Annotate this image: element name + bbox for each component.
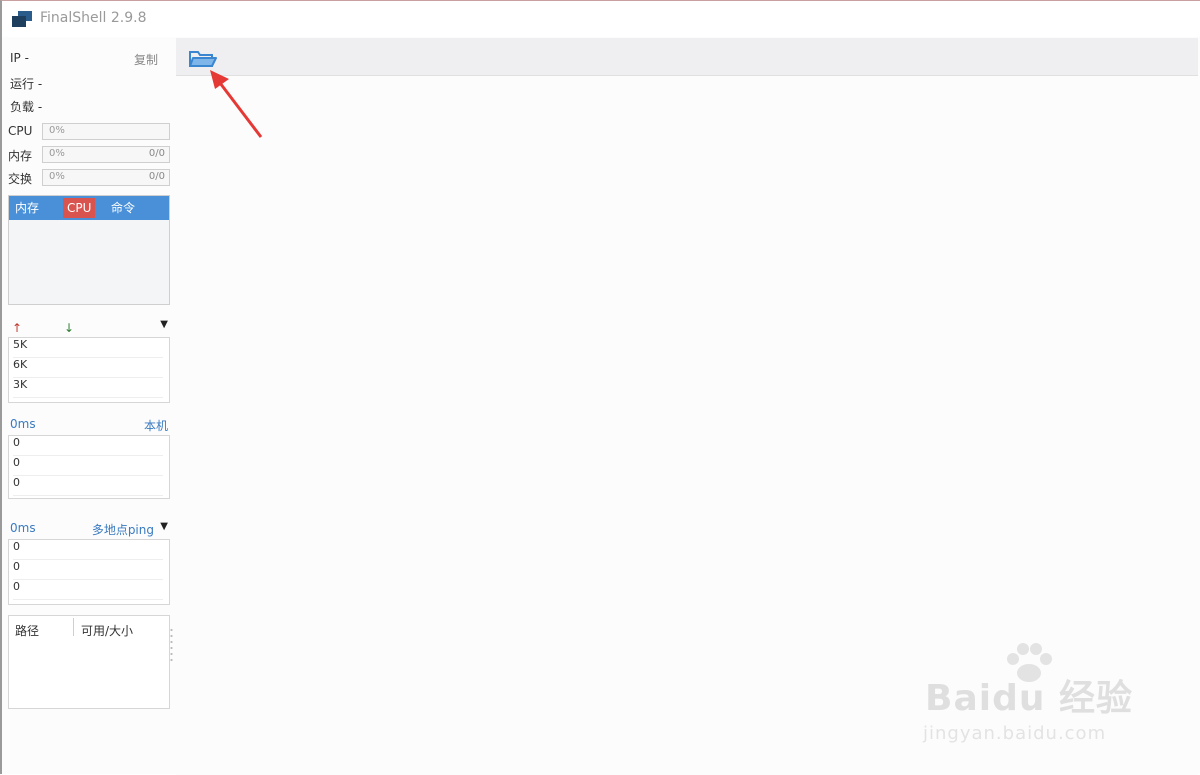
ping-multi-graph: 0 0 0 bbox=[8, 539, 170, 605]
ping-scale-row: 0 bbox=[13, 456, 163, 476]
ping-scale-row: 0 bbox=[13, 560, 163, 580]
app-window: FinalShell 2.9.8 IP - 复制 运行 - 负载 - CPU 0… bbox=[0, 0, 1200, 775]
ping-multi-dropdown[interactable]: ▼ bbox=[160, 521, 168, 532]
swap-meter-usage: 0/0 bbox=[148, 171, 165, 182]
disk-col-divider bbox=[73, 618, 74, 636]
info-ip: IP - bbox=[10, 51, 29, 65]
cpu-meter-bar: 0% bbox=[42, 123, 170, 140]
ping-scale-row: 0 bbox=[13, 436, 163, 456]
info-uptime: 运行 - bbox=[10, 77, 43, 91]
status-sidebar: IP - 复制 运行 - 负载 - CPU 0% 内存 0% 0/0 交换 0%… bbox=[6, 41, 172, 775]
ping-local-graph: 0 0 0 bbox=[8, 435, 170, 499]
process-panel: 内存 CPU 命令 bbox=[8, 195, 170, 305]
ping-local-latency: 0ms bbox=[10, 417, 36, 431]
memory-meter: 内存 0% 0/0 bbox=[8, 146, 172, 164]
disk-col-path[interactable]: 路径 bbox=[15, 622, 39, 639]
cpu-meter: CPU 0% bbox=[8, 123, 172, 141]
ping-multi-header: 0ms 多地点ping ▼ bbox=[8, 521, 170, 537]
session-toolbar bbox=[176, 38, 1198, 76]
tab-cpu[interactable]: CPU bbox=[63, 198, 96, 218]
swap-meter-bar: 0% 0/0 bbox=[42, 169, 170, 186]
swap-meter-label: 交换 bbox=[8, 172, 33, 186]
network-header: ↑ ↓ ▼ bbox=[8, 319, 170, 335]
baidu-watermark: Baidu 经验 jingyan.baidu.com bbox=[917, 643, 1142, 753]
window-title: FinalShell 2.9.8 bbox=[40, 10, 147, 26]
memory-meter-value: 0% bbox=[49, 148, 65, 159]
ping-scale-row: 0 bbox=[13, 476, 163, 496]
memory-meter-label: 内存 bbox=[8, 149, 33, 163]
title-bar: FinalShell 2.9.8 bbox=[2, 1, 1200, 37]
ping-local-target[interactable]: 本机 bbox=[144, 417, 168, 434]
network-graph: 5K 6K 3K bbox=[8, 337, 170, 403]
network-scale-row: 3K bbox=[13, 378, 163, 398]
memory-meter-bar: 0% 0/0 bbox=[42, 146, 170, 163]
ping-multi-target[interactable]: 多地点ping bbox=[92, 521, 154, 538]
swap-meter-value: 0% bbox=[49, 171, 65, 182]
ping-local-header: 0ms 本机 bbox=[8, 417, 170, 433]
disk-col-size[interactable]: 可用/大小 bbox=[81, 622, 133, 639]
memory-meter-usage: 0/0 bbox=[148, 148, 165, 159]
watermark-brand: Baidu 经验 bbox=[925, 678, 1134, 719]
ping-scale-row: 0 bbox=[13, 540, 163, 560]
tab-command[interactable]: 命令 bbox=[107, 198, 139, 218]
app-logo-icon bbox=[12, 11, 32, 27]
download-arrow-icon: ↓ bbox=[64, 321, 75, 335]
copy-button[interactable]: 复制 bbox=[134, 51, 158, 68]
swap-meter: 交换 0% 0/0 bbox=[8, 169, 172, 187]
network-scale-row: 5K bbox=[13, 338, 163, 358]
ping-scale-row: 0 bbox=[13, 580, 163, 600]
cpu-meter-label: CPU bbox=[8, 124, 33, 138]
info-load: 负载 - bbox=[10, 100, 43, 114]
watermark-url: jingyan.baidu.com bbox=[923, 723, 1107, 744]
sidebar-resize-handle[interactable] bbox=[170, 627, 173, 663]
process-tabs: 内存 CPU 命令 bbox=[9, 196, 169, 220]
ping-multi-latency: 0ms bbox=[10, 521, 36, 535]
folder-open-icon[interactable] bbox=[188, 48, 218, 70]
network-interface-dropdown[interactable]: ▼ bbox=[160, 319, 168, 330]
annotation-arrow-icon bbox=[210, 70, 263, 138]
network-scale-row: 6K bbox=[13, 358, 163, 378]
tab-memory[interactable]: 内存 bbox=[11, 198, 43, 218]
cpu-meter-value: 0% bbox=[49, 125, 65, 136]
disk-table-header: 路径 可用/大小 bbox=[9, 616, 169, 638]
upload-arrow-icon: ↑ bbox=[12, 321, 23, 335]
disk-table: 路径 可用/大小 bbox=[8, 615, 170, 709]
